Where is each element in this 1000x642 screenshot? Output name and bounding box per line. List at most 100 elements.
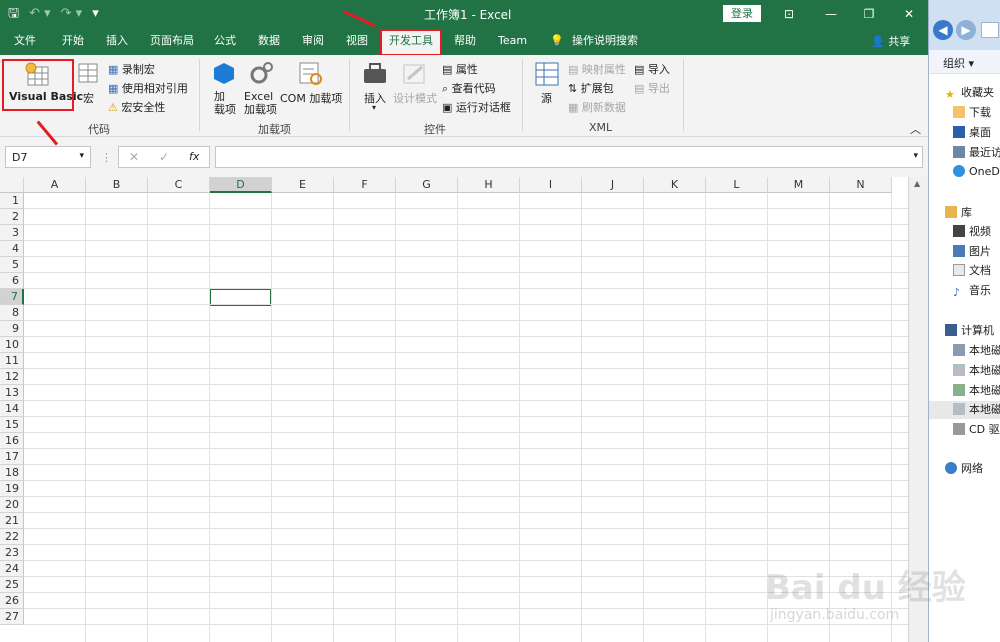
tab-formulas[interactable]: 公式	[214, 33, 236, 49]
row-header[interactable]: 26	[0, 593, 24, 609]
videos-item[interactable]: 视频	[953, 223, 991, 241]
undo-icon[interactable]: ↶ ▾	[29, 4, 51, 24]
back-icon[interactable]: ◀	[933, 20, 953, 40]
downloads-item[interactable]: 下载	[953, 104, 991, 122]
column-header[interactable]: N	[830, 177, 892, 193]
refresh-data-button[interactable]: ▦ 刷新数据	[568, 99, 626, 115]
minimize-icon[interactable]: —	[818, 4, 844, 24]
pictures-item[interactable]: 图片	[953, 243, 991, 261]
login-button[interactable]: 登录	[723, 5, 761, 22]
tab-help[interactable]: 帮助	[454, 33, 476, 49]
macro-security-button[interactable]: ⚠ 宏安全性	[108, 99, 165, 115]
row-header[interactable]: 14	[0, 401, 24, 417]
row-header[interactable]: 21	[0, 513, 24, 529]
cancel-icon[interactable]: ✕	[129, 150, 139, 164]
restore-icon[interactable]: ❐	[856, 4, 882, 24]
local-disk-item[interactable]: 本地磁	[953, 342, 1000, 360]
row-header[interactable]: 22	[0, 529, 24, 545]
tab-data[interactable]: 数据	[258, 33, 280, 49]
row-header[interactable]: 5	[0, 257, 24, 273]
excel-addins-button[interactable]: Excel 加载项	[244, 90, 277, 116]
tab-view[interactable]: 视图	[346, 33, 368, 49]
documents-item[interactable]: 文档	[953, 262, 991, 280]
run-dialog-button[interactable]: ▣ 运行对话框	[442, 99, 511, 115]
collapse-ribbon-icon[interactable]: ︿	[910, 121, 921, 137]
import-button[interactable]: ▤ 导入	[634, 61, 670, 77]
forward-icon[interactable]: ▶	[956, 20, 976, 40]
column-header[interactable]: C	[148, 177, 210, 193]
close-icon[interactable]: ✕	[896, 4, 922, 24]
expansion-packs-button[interactable]: ⇅ 扩展包	[568, 80, 614, 96]
row-header[interactable]: 18	[0, 465, 24, 481]
formula-input[interactable]: ▾	[215, 146, 923, 168]
column-header[interactable]: L	[706, 177, 768, 193]
row-header[interactable]: 12	[0, 369, 24, 385]
tell-me-search[interactable]: 操作说明搜索	[572, 33, 638, 49]
column-header[interactable]: A	[24, 177, 86, 193]
customize-qat-icon[interactable]: ▾	[92, 4, 99, 24]
tab-team[interactable]: Team	[498, 33, 527, 49]
tab-review[interactable]: 审阅	[302, 33, 324, 49]
tab-developer[interactable]: 开发工具	[380, 29, 442, 56]
local-disk-item[interactable]: 本地磁	[953, 362, 1000, 380]
row-header[interactable]: 15	[0, 417, 24, 433]
row-header[interactable]: 9	[0, 321, 24, 337]
row-header[interactable]: 6	[0, 273, 24, 289]
row-header[interactable]: 16	[0, 433, 24, 449]
row-header[interactable]: 23	[0, 545, 24, 561]
tab-file[interactable]: 文件	[14, 33, 36, 49]
chevron-down-icon[interactable]: ▾	[79, 151, 84, 161]
row-header[interactable]: 8	[0, 305, 24, 321]
column-header[interactable]: K	[644, 177, 706, 193]
drag-handle-icon[interactable]: ⋮	[101, 151, 112, 164]
onedrive-item[interactable]: OneD	[953, 163, 1000, 181]
local-disk-item[interactable]: 本地磁	[953, 382, 1000, 400]
desktop-item[interactable]: 桌面	[953, 124, 991, 142]
favorites-item[interactable]: ★ 收藏夹	[945, 84, 994, 102]
row-header[interactable]: 13	[0, 385, 24, 401]
column-header[interactable]: G	[396, 177, 458, 193]
local-disk-item[interactable]: 本地磁	[929, 401, 1000, 419]
row-header[interactable]: 11	[0, 353, 24, 369]
scroll-up-icon[interactable]: ▲	[914, 179, 920, 188]
properties-button[interactable]: ▤ 属性	[442, 61, 478, 77]
macros-button[interactable]: 宏	[83, 90, 94, 106]
column-header[interactable]: H	[458, 177, 520, 193]
column-header[interactable]: I	[520, 177, 582, 193]
redo-icon[interactable]: ↷ ▾	[61, 4, 83, 24]
libraries-item[interactable]: 库	[945, 204, 972, 222]
column-header[interactable]: D	[210, 177, 272, 193]
view-code-button[interactable]: ⌕ 查看代码	[442, 80, 496, 96]
addins-button[interactable]: 加 载项	[214, 90, 236, 116]
column-header[interactable]: F	[334, 177, 396, 193]
record-macro-button[interactable]: ▦ 录制宏	[108, 61, 155, 77]
music-item[interactable]: ♪ 音乐	[953, 282, 991, 300]
address-bar[interactable]	[981, 22, 999, 38]
computer-item[interactable]: 计算机	[945, 322, 994, 340]
column-header[interactable]: M	[768, 177, 830, 193]
recent-item[interactable]: 最近访	[953, 144, 1000, 162]
network-item[interactable]: 网络	[945, 460, 983, 478]
row-header[interactable]: 17	[0, 449, 24, 465]
tab-insert[interactable]: 插入	[106, 33, 128, 49]
enter-icon[interactable]: ✓	[159, 150, 169, 164]
column-header[interactable]: E	[272, 177, 334, 193]
tab-page-layout[interactable]: 页面布局	[150, 33, 194, 49]
row-header[interactable]: 3	[0, 225, 24, 241]
row-header[interactable]: 19	[0, 481, 24, 497]
row-header[interactable]: 4	[0, 241, 24, 257]
column-header[interactable]: J	[582, 177, 644, 193]
row-header[interactable]: 7	[0, 289, 24, 305]
insert-function-button[interactable]: fx	[189, 150, 199, 163]
export-button[interactable]: ▤ 导出	[634, 80, 670, 96]
share-button[interactable]: 👤 共享	[871, 33, 910, 49]
relative-refs-button[interactable]: ▦ 使用相对引用	[108, 80, 188, 96]
row-header[interactable]: 2	[0, 209, 24, 225]
map-properties-button[interactable]: ▤ 映射属性	[568, 61, 626, 77]
name-box[interactable]: D7 ▾	[5, 146, 91, 168]
cd-drive-item[interactable]: CD 驱	[953, 421, 1000, 439]
row-header[interactable]: 10	[0, 337, 24, 353]
save-icon[interactable]: 🖫	[8, 4, 19, 24]
column-header[interactable]: B	[86, 177, 148, 193]
tab-home[interactable]: 开始	[62, 33, 84, 49]
